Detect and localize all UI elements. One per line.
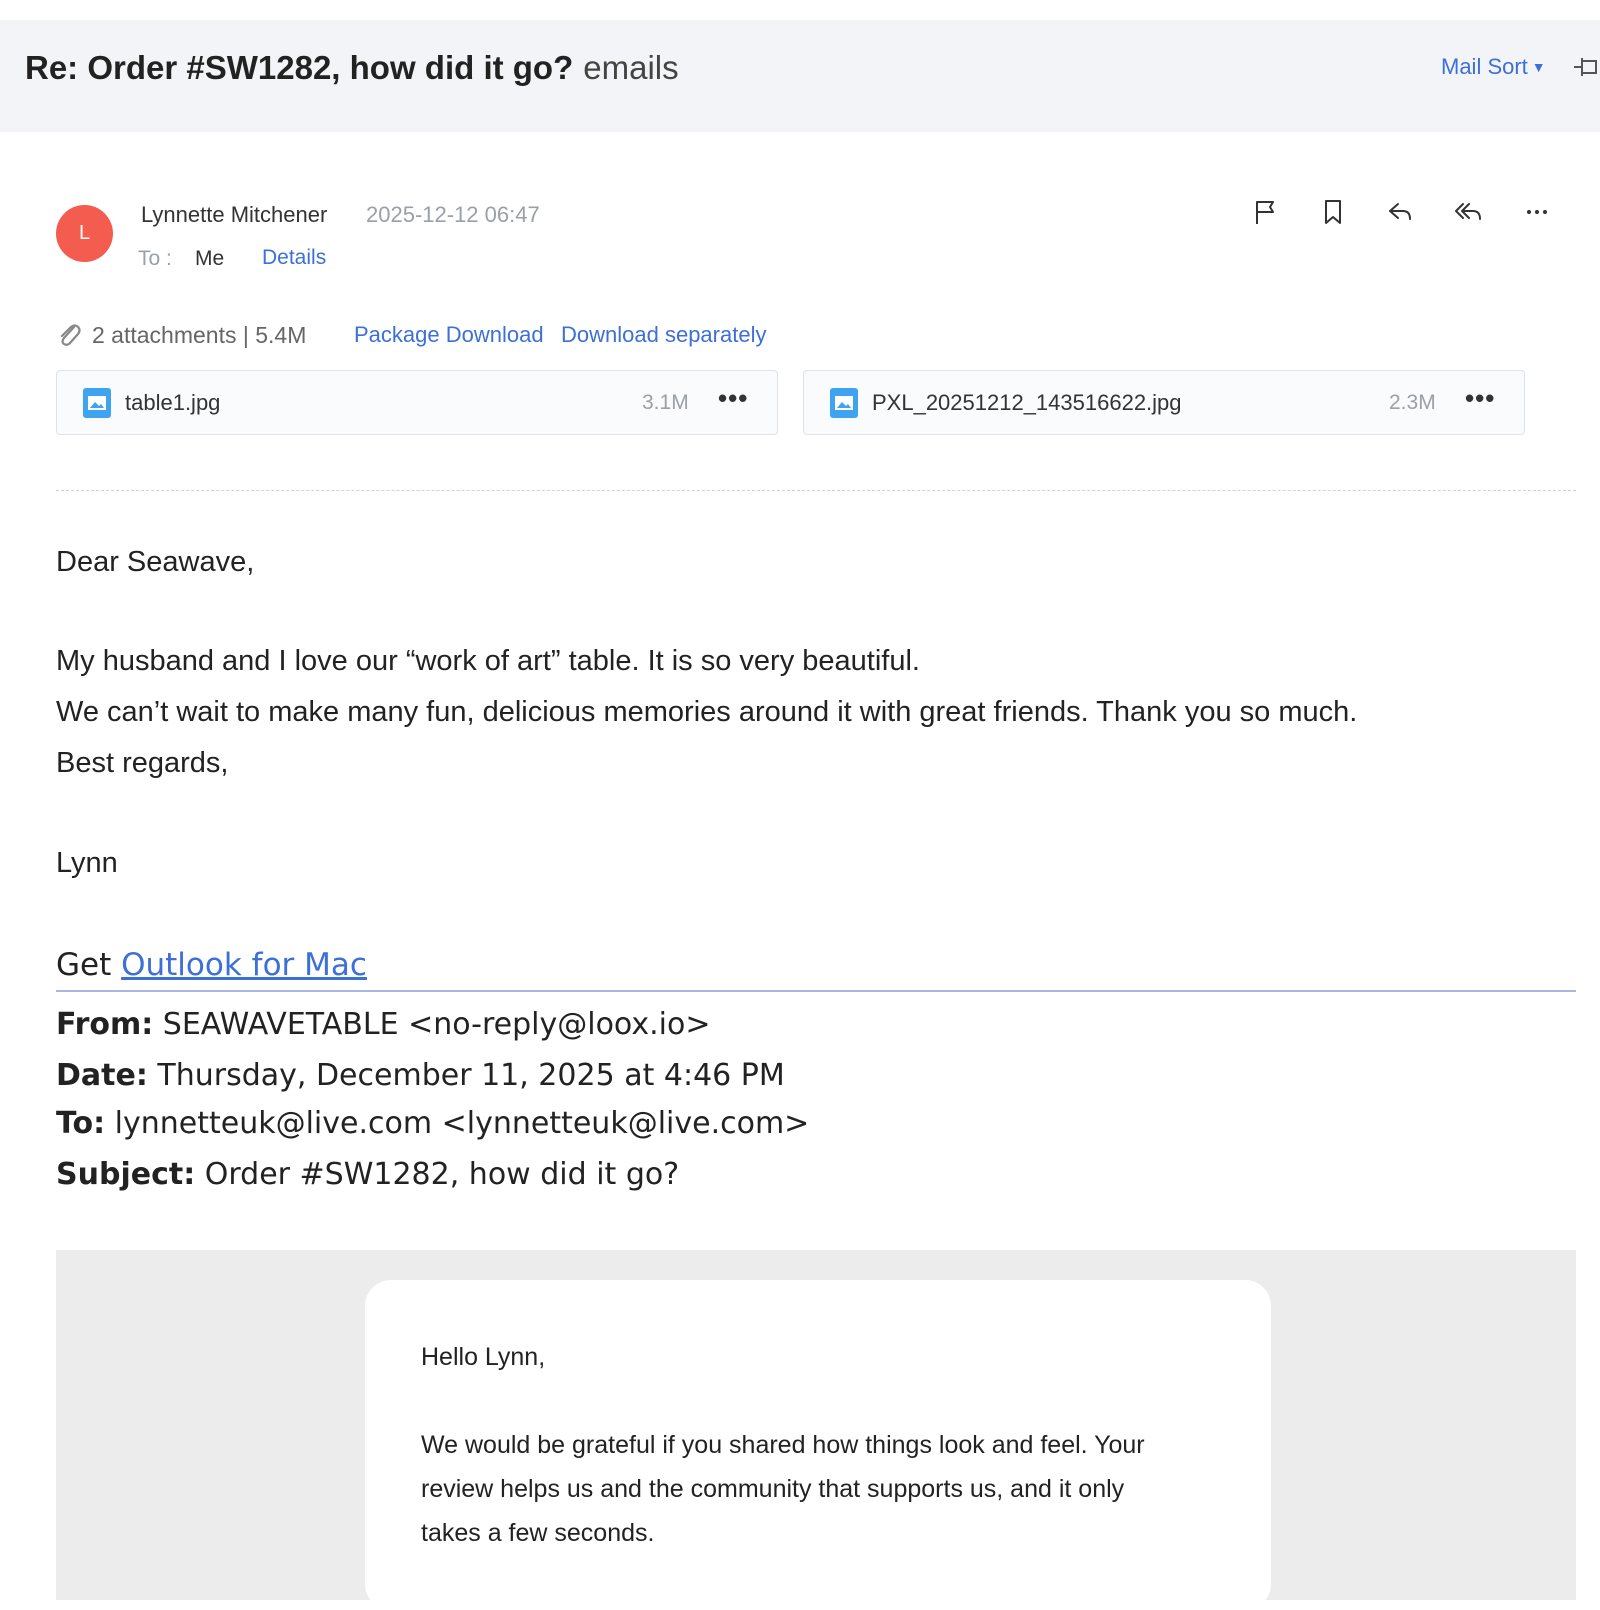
attachment-name: PXL_20251212_143516622.jpg [872,390,1182,415]
quoted-date-line: Date: Thursday, December 11, 2025 at 4:4… [56,1056,785,1096]
to-label: To : [138,247,172,270]
embedded-line: takes a few seconds. [421,1519,655,1547]
body-line: We can’t wait to make many fun, deliciou… [56,696,1358,728]
quoted-from-label: From: [56,1007,154,1042]
paperclip-icon [56,321,82,349]
embedded-line: We would be grateful if you shared how t… [421,1431,1145,1459]
image-file-icon [829,387,859,419]
quoted-date-value: Thursday, December 11, 2025 at 4:46 PM [157,1058,785,1093]
embedded-greeting: Hello Lynn, [421,1343,546,1371]
reply-icon[interactable] [1385,197,1415,227]
avatar: L [56,205,113,262]
attachment-size: 2.3M [1389,391,1436,414]
message-date: 2025-12-12 06:47 [366,202,540,227]
outlook-prefix: Get [56,947,112,983]
embedded-line: review helps us and the community that s… [421,1475,1125,1503]
attachments-summary: 2 attachments | 5.4M [92,322,307,348]
quoted-from-value: SEAWAVETABLE <no-reply@loox.io> [162,1007,711,1042]
reply-all-icon[interactable] [1453,197,1483,227]
quote-divider [56,990,1576,992]
top-strip [0,0,1600,20]
attachment-file[interactable]: table1.jpg 3.1M ••• [56,370,778,435]
bookmark-icon[interactable] [1318,197,1348,227]
flag-icon[interactable] [1250,197,1280,227]
outlook-promo: Get Outlook for Mac [56,945,367,985]
quoted-to-line: To: lynnetteuk@live.com <lynnetteuk@live… [56,1104,809,1144]
mail-sort-dropdown[interactable]: Mail Sort ▼ [1441,52,1546,82]
caret-down-icon: ▼ [1531,59,1546,75]
pin-icon[interactable] [1572,52,1600,82]
attachment-file[interactable]: PXL_20251212_143516622.jpg 2.3M ••• [803,370,1525,435]
quoted-to-value: lynnetteuk@live.com <lynnetteuk@live.com… [114,1106,810,1141]
mail-sort-label: Mail Sort [1441,54,1528,79]
section-divider [56,490,1576,491]
quoted-subject-value: Order #SW1282, how did it go? [204,1157,680,1192]
quoted-from-line: From: SEAWAVETABLE <no-reply@loox.io> [56,1005,710,1045]
sender-name[interactable]: Lynnette Mitchener [141,200,327,230]
download-separately-link[interactable]: Download separately [561,318,766,352]
to-value: Me [195,247,225,270]
body-signature: Lynn [56,847,118,879]
outlook-for-mac-link[interactable]: Outlook for Mac [121,947,367,983]
image-file-icon [82,387,112,419]
quoted-to-label: To: [56,1106,106,1141]
body-greeting: Dear Seawave, [56,546,255,578]
quoted-date-label: Date: [56,1058,148,1093]
attachment-name: table1.jpg [125,390,221,415]
email-subject-title: Re: Order #SW1282, how did it go? emails [25,44,679,92]
attachment-more-button[interactable]: ••• [718,383,748,413]
subject-text: Re: Order #SW1282, how did it go? [25,49,574,86]
attachment-size: 3.1M [642,391,689,414]
subject-suffix: emails [583,49,679,86]
package-download-link[interactable]: Package Download [354,318,544,352]
quoted-subject-line: Subject: Order #SW1282, how did it go? [56,1155,679,1195]
quoted-subject-label: Subject: [56,1157,196,1192]
details-link[interactable]: Details [262,243,326,273]
attachment-more-button[interactable]: ••• [1465,383,1495,413]
body-line: My husband and I love our “work of art” … [56,645,920,677]
more-icon[interactable] [1522,197,1552,227]
body-line: Best regards, [56,747,229,779]
